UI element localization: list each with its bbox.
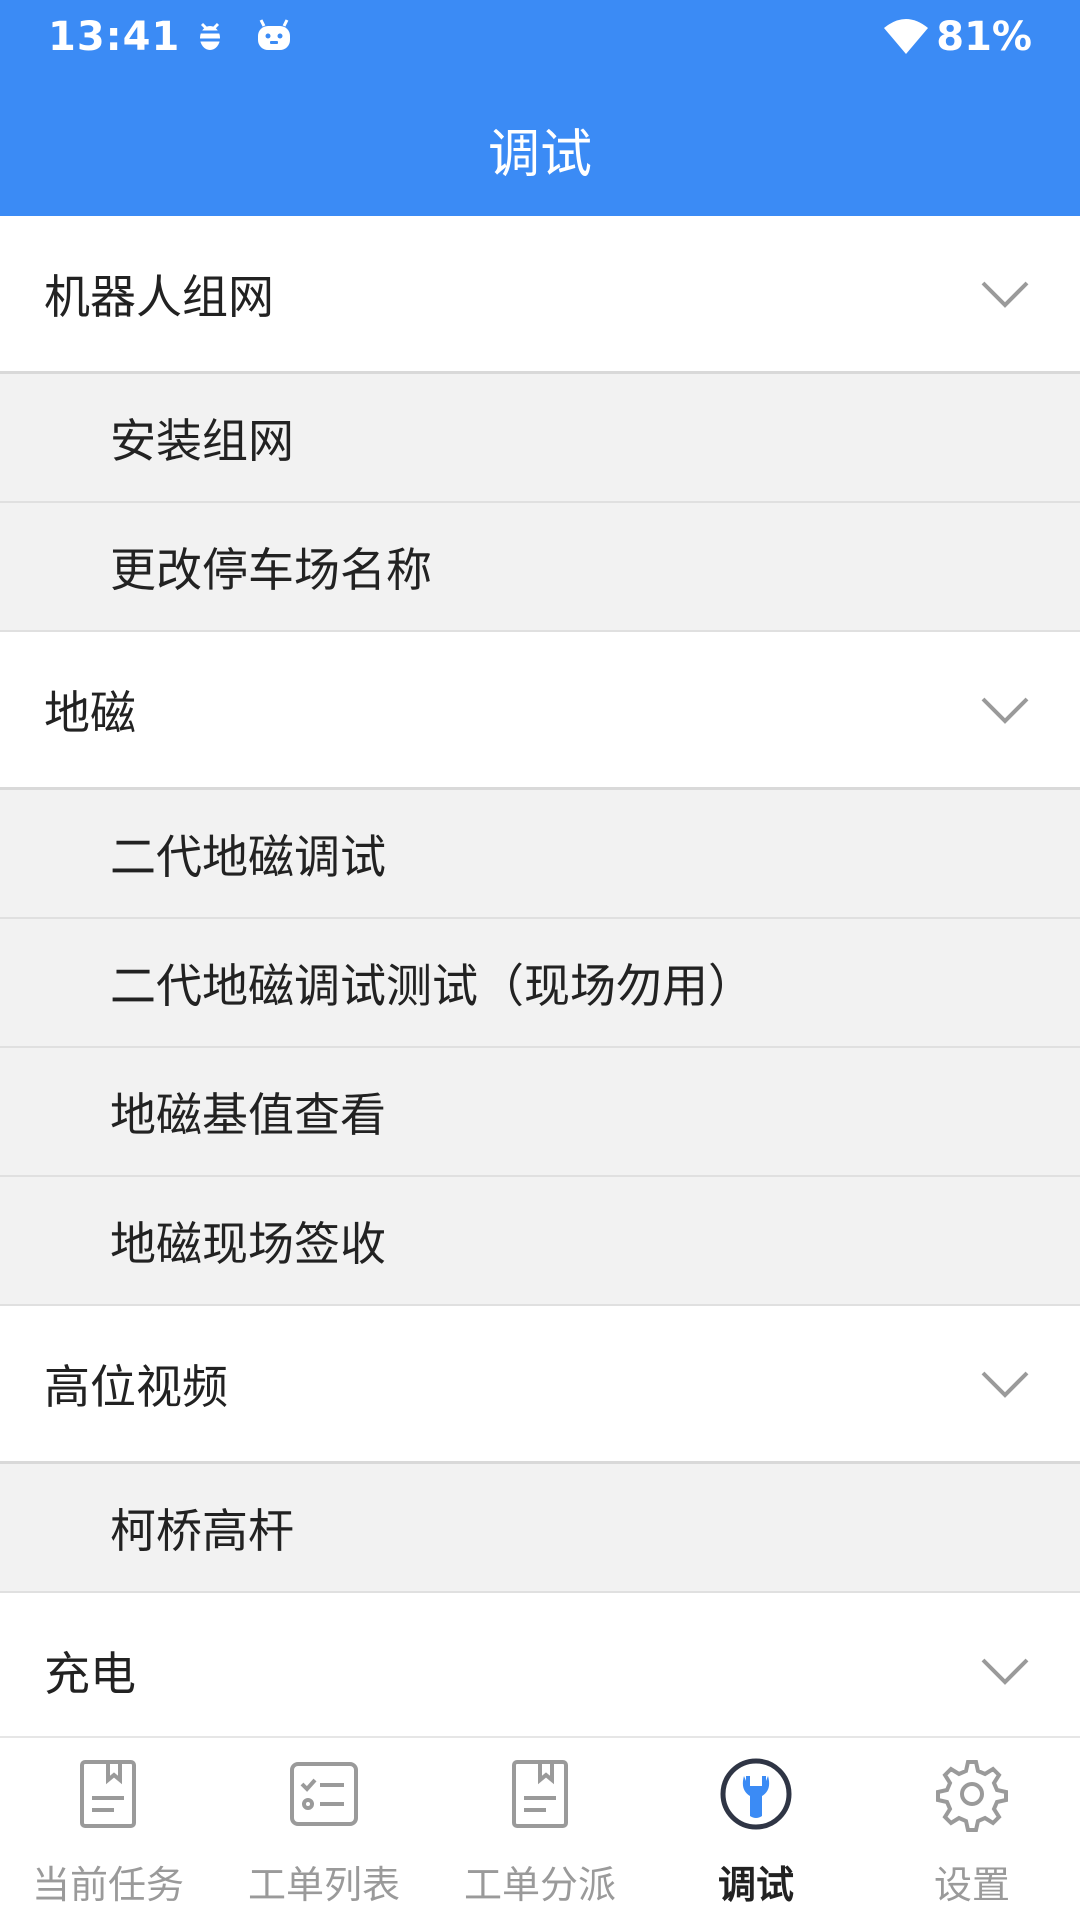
list-item[interactable]: 二代地磁调试测试（现场勿用） bbox=[0, 919, 1080, 1048]
list-item[interactable]: 地磁现场签收 bbox=[0, 1177, 1080, 1306]
tab-current-task[interactable]: 当前任务 bbox=[0, 1738, 216, 1920]
tab-work-order-dispatch[interactable]: 工单分派 bbox=[432, 1738, 648, 1920]
gear-icon bbox=[936, 1760, 1008, 1832]
tab-label: 工单分派 bbox=[463, 1863, 616, 1907]
tab-label: 当前任务 bbox=[31, 1863, 184, 1907]
wrench-icon bbox=[720, 1758, 792, 1830]
tab-label: 工单列表 bbox=[247, 1863, 400, 1907]
chevron-down-icon bbox=[981, 1658, 1029, 1685]
battery-level: 81% bbox=[936, 14, 1032, 60]
chevron-down-icon bbox=[981, 1371, 1029, 1398]
section-label: 充电 bbox=[44, 1646, 136, 1701]
bottom-tab-bar: 当前任务 工单列表 工单分派 调试 设置 bbox=[0, 1736, 1080, 1920]
debug-menu-list: 机器人组网 安装组网 更改停车场名称 地磁 二代地磁调试 二代地磁调试测试（现场… bbox=[0, 216, 1080, 1736]
list-item[interactable]: 二代地磁调试 bbox=[0, 790, 1080, 919]
list-item[interactable]: 柯桥高杆 bbox=[0, 1464, 1080, 1593]
document-icon bbox=[80, 1760, 136, 1828]
tab-work-order-list[interactable]: 工单列表 bbox=[216, 1738, 432, 1920]
section-header-charging[interactable]: 充电 bbox=[0, 1593, 1080, 1736]
tab-debug[interactable]: 调试 bbox=[648, 1738, 864, 1920]
checklist-icon bbox=[290, 1762, 358, 1826]
page-title: 调试 bbox=[487, 125, 592, 185]
section-header-robot-network[interactable]: 机器人组网 bbox=[0, 216, 1080, 374]
bug-icon bbox=[198, 22, 222, 50]
document-icon bbox=[512, 1760, 568, 1828]
section-label: 地磁 bbox=[44, 685, 136, 740]
section-label: 机器人组网 bbox=[44, 269, 274, 324]
status-bar: 13:41 81% bbox=[0, 0, 1080, 75]
list-item-label: 地磁基值查看 bbox=[110, 1087, 386, 1142]
section-header-high-video[interactable]: 高位视频 bbox=[0, 1306, 1080, 1464]
tab-label: 调试 bbox=[717, 1863, 794, 1907]
list-item[interactable]: 安装组网 bbox=[0, 374, 1080, 503]
wifi-icon bbox=[884, 19, 928, 54]
tab-settings[interactable]: 设置 bbox=[864, 1738, 1080, 1920]
list-item[interactable]: 地磁基值查看 bbox=[0, 1048, 1080, 1177]
list-item-label: 二代地磁调试 bbox=[110, 829, 386, 884]
app-header: 13:41 81% 调试 bbox=[0, 0, 1080, 216]
list-item-label: 二代地磁调试测试（现场勿用） bbox=[110, 958, 754, 1013]
section-header-geomagnetic[interactable]: 地磁 bbox=[0, 632, 1080, 790]
chevron-down-icon bbox=[981, 697, 1029, 724]
list-item-label: 地磁现场签收 bbox=[110, 1216, 386, 1271]
list-item-label: 更改停车场名称 bbox=[110, 542, 432, 597]
tab-label: 设置 bbox=[933, 1863, 1010, 1907]
list-item-label: 柯桥高杆 bbox=[110, 1503, 294, 1558]
robot-icon bbox=[258, 19, 290, 50]
section-label: 高位视频 bbox=[44, 1359, 228, 1414]
chevron-down-icon bbox=[981, 281, 1029, 308]
list-item-label: 安装组网 bbox=[110, 413, 294, 468]
list-item[interactable]: 更改停车场名称 bbox=[0, 503, 1080, 632]
status-time: 13:41 bbox=[48, 14, 181, 60]
